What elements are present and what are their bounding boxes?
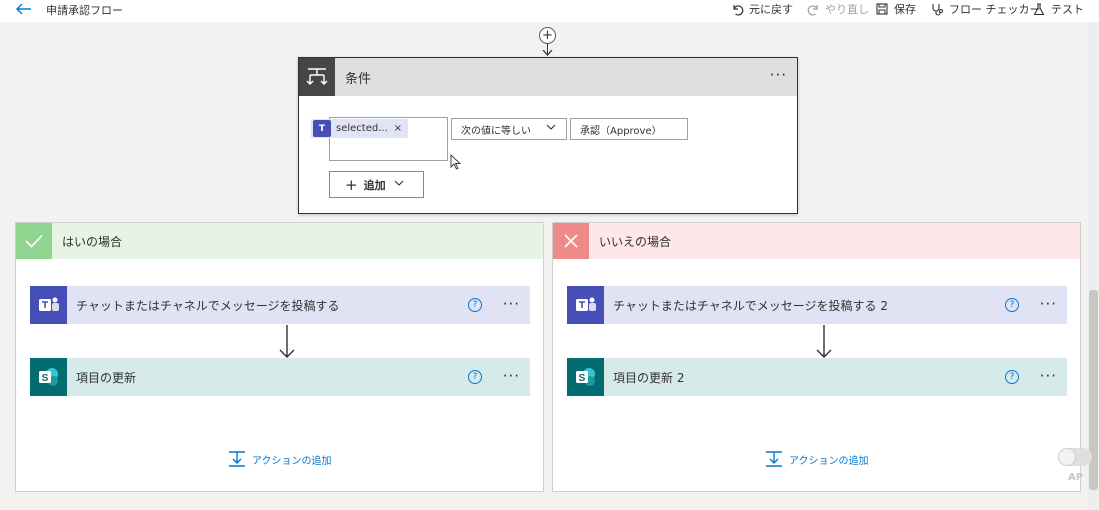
back-arrow-icon[interactable] (14, 0, 34, 18)
action-more-button[interactable]: ··· (503, 295, 520, 313)
save-icon (875, 2, 889, 16)
no-sharepoint-update-action[interactable]: S 項目の更新 2 ? ··· (567, 358, 1067, 396)
no-branch-title: いいえの場合 (599, 234, 672, 249)
condition-header[interactable]: 条件 ··· (299, 58, 797, 96)
chevron-down-icon (546, 122, 556, 135)
action-more-button[interactable]: ··· (1040, 367, 1057, 385)
yes-sharepoint-action-title: 項目の更新 (76, 370, 137, 385)
no-teams-action-title: チャットまたはチャネルでメッセージを投稿する 2 (613, 298, 888, 313)
condition-value-input[interactable]: 承認（Approve） (570, 118, 688, 140)
condition-title: 条件 (345, 71, 372, 87)
help-icon[interactable]: ? (1005, 370, 1019, 384)
flow-title: 申請承認フロー (46, 4, 123, 17)
flask-icon (1032, 2, 1046, 16)
yes-teams-post-action[interactable]: チャットまたはチャネルでメッセージを投稿する ? ··· (30, 286, 530, 324)
action-more-button[interactable]: ··· (1040, 295, 1057, 313)
condition-more-button[interactable]: ··· (770, 66, 787, 84)
yes-branch-title: はいの場合 (62, 234, 123, 249)
condition-icon (299, 58, 335, 96)
yes-add-action-button[interactable]: アクションの追加 (228, 451, 332, 467)
overlay-toggle-knob[interactable] (1058, 448, 1076, 466)
svg-text:S: S (41, 373, 48, 384)
no-teams-post-action[interactable]: チャットまたはチャネルでメッセージを投稿する 2 ? ··· (567, 286, 1067, 324)
ap-label: AP (1068, 472, 1084, 483)
yes-branch-header[interactable]: はいの場合 (16, 223, 543, 259)
add-action-icon (766, 451, 782, 467)
mouse-pointer-icon (450, 154, 462, 170)
save-label: 保存 (894, 3, 916, 16)
command-bar: 申請承認フロー 元に戻す やり直し 保存 フロー チェッカー テスト (0, 0, 1099, 22)
no-branch: いいえの場合 チャットまたはチャネルでメッセージを投稿する 2 ? ··· S … (552, 222, 1081, 492)
test-button[interactable]: テスト (1032, 1, 1084, 17)
undo-label: 元に戻す (749, 3, 793, 16)
add-action-label: アクションの追加 (789, 455, 869, 467)
flow-checker-label: フロー チェッカー (949, 3, 1041, 16)
help-icon[interactable]: ? (468, 370, 482, 384)
chevron-down-icon (394, 179, 404, 190)
flow-checker-button[interactable]: フロー チェッカー (930, 1, 1041, 17)
dynamic-content-token[interactable]: T selected... × (311, 119, 408, 138)
add-condition-button[interactable]: + 追加 (329, 171, 424, 198)
plus-icon: + (542, 28, 553, 43)
teams-icon (30, 286, 67, 324)
connector-arrow-icon (542, 50, 553, 56)
yes-sharepoint-update-action[interactable]: S 項目の更新 ? ··· (30, 358, 530, 396)
add-condition-label: 追加 (363, 178, 386, 192)
test-label: テスト (1051, 3, 1084, 16)
help-icon[interactable]: ? (468, 298, 482, 312)
redo-icon (806, 2, 820, 16)
token-remove-button[interactable]: × (394, 123, 402, 134)
condition-card[interactable]: 条件 ··· T selected... × 次の値に等しい 承認（Approv… (298, 57, 798, 214)
redo-label: やり直し (825, 3, 869, 16)
checkmark-icon (16, 223, 52, 259)
add-action-label: アクションの追加 (252, 455, 332, 467)
condition-value: 承認（Approve） (580, 125, 662, 137)
no-add-action-button[interactable]: アクションの追加 (765, 451, 869, 467)
sharepoint-icon: S (567, 358, 604, 396)
help-icon[interactable]: ? (1005, 298, 1019, 312)
action-more-button[interactable]: ··· (503, 367, 520, 385)
yes-teams-action-title: チャットまたはチャネルでメッセージを投稿する (76, 298, 340, 313)
insert-step-button[interactable]: + (539, 27, 556, 44)
redo-button[interactable]: やり直し (806, 1, 869, 17)
add-action-icon (229, 451, 245, 467)
save-button[interactable]: 保存 (875, 1, 916, 17)
undo-icon (730, 2, 744, 16)
svg-text:S: S (578, 373, 585, 384)
undo-button[interactable]: 元に戻す (730, 1, 793, 17)
close-icon (553, 223, 589, 259)
stethoscope-icon (930, 2, 944, 16)
no-branch-header[interactable]: いいえの場合 (553, 223, 1080, 259)
operator-dropdown[interactable]: 次の値に等しい (451, 118, 567, 140)
no-sharepoint-action-title: 項目の更新 2 (613, 370, 685, 385)
operator-value: 次の値に等しい (461, 125, 531, 137)
teams-icon: T (313, 120, 331, 137)
down-arrow-icon (279, 325, 295, 358)
sharepoint-icon: S (30, 358, 67, 396)
down-arrow-icon (816, 325, 832, 358)
plus-icon: + (345, 175, 358, 194)
teams-icon (567, 286, 604, 324)
token-label: selected... (336, 123, 388, 134)
yes-branch: はいの場合 チャットまたはチャネルでメッセージを投稿する ? ··· S 項目の… (15, 222, 544, 492)
